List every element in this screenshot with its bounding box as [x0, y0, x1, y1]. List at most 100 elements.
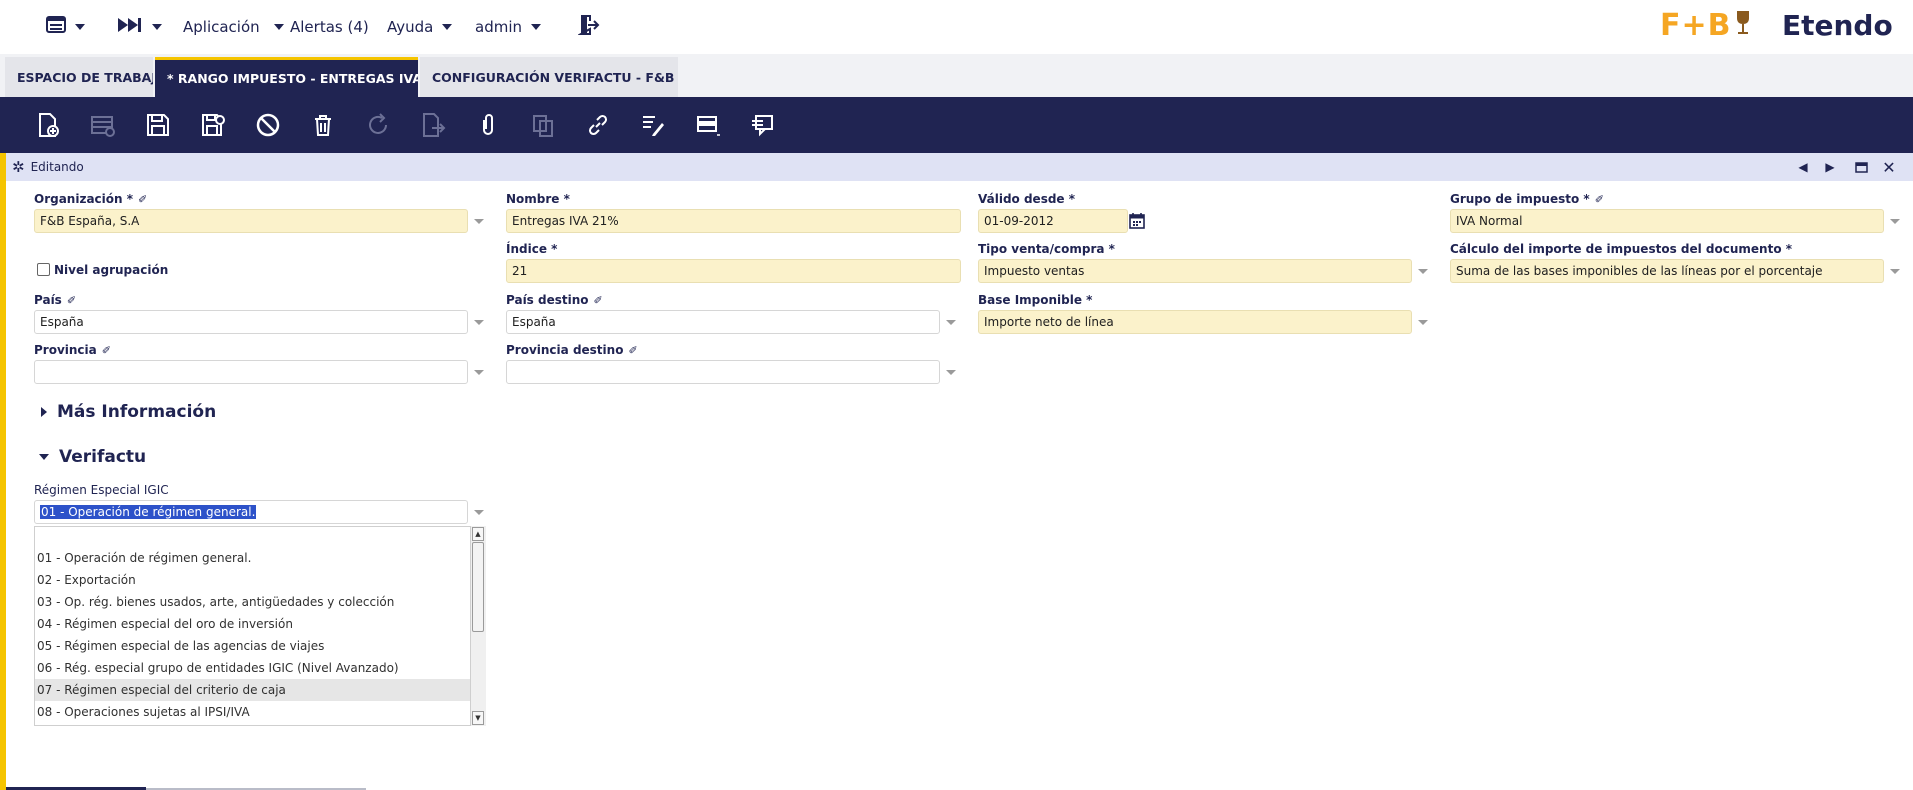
- close-icon: ✕: [1882, 157, 1896, 177]
- tab-label: * RANGO IMPUESTO - ENTREGAS IVA ...: [167, 71, 418, 86]
- refresh-icon: [369, 113, 387, 134]
- chevron-down-icon: [152, 24, 162, 30]
- grid-view-button[interactable]: [693, 110, 723, 140]
- next-record-button[interactable]: ▶: [1821, 159, 1839, 175]
- help-menu[interactable]: Ayuda: [387, 16, 453, 38]
- save-and-close-button[interactable]: [198, 110, 228, 140]
- valido-desde-field[interactable]: 01-09-2012: [978, 209, 1128, 233]
- maximize-button[interactable]: [1852, 159, 1870, 175]
- previous-record-button[interactable]: ◀: [1794, 159, 1812, 175]
- alerts-label: Alertas (4): [290, 18, 369, 36]
- chevron-down-icon[interactable]: [1418, 320, 1428, 325]
- calculo-importe-field[interactable]: Suma de las bases imponibles de las líne…: [1450, 259, 1884, 283]
- refresh-button[interactable]: [363, 110, 393, 140]
- triangle-down-icon: ▼: [475, 714, 481, 722]
- chevron-down-icon[interactable]: [474, 219, 484, 224]
- delete-button[interactable]: [308, 110, 338, 140]
- user-label: admin: [475, 18, 522, 36]
- section-mas-informacion[interactable]: Más Información: [41, 401, 216, 423]
- user-menu[interactable]: admin: [475, 16, 541, 38]
- new-row-button[interactable]: [88, 110, 118, 140]
- link-icon: [588, 114, 608, 136]
- chevron-down-icon[interactable]: [1418, 269, 1428, 274]
- organizacion-label: Organización * ✐: [34, 192, 148, 206]
- list-item[interactable]: 03 - Op. rég. bienes usados, arte, antig…: [35, 591, 470, 613]
- form-view-icon: [697, 116, 720, 136]
- pais-field[interactable]: España: [34, 310, 468, 334]
- pin-icon: ✐: [1594, 192, 1604, 206]
- audit-button[interactable]: [638, 110, 668, 140]
- provincia-field[interactable]: [34, 360, 468, 384]
- scroll-down-button[interactable]: ▼: [472, 711, 484, 725]
- wine-glass-icon: [1735, 8, 1751, 43]
- close-form-button[interactable]: ✕: [1880, 157, 1898, 177]
- chevron-down-icon[interactable]: [474, 370, 484, 375]
- chevron-down-icon: [273, 24, 284, 30]
- tipo-venta-field[interactable]: Impuesto ventas: [978, 259, 1412, 283]
- regimen-especial-field[interactable]: 01 - Operación de régimen general.: [34, 500, 468, 524]
- list-menu-icon: [46, 16, 66, 38]
- triangle-left-icon: ◀: [1798, 160, 1808, 174]
- triangle-down-icon: [39, 454, 49, 460]
- chevron-down-icon[interactable]: [474, 510, 484, 515]
- export-button[interactable]: [418, 110, 448, 140]
- logout-button[interactable]: [577, 15, 600, 39]
- tab-rango-impuesto[interactable]: * RANGO IMPUESTO - ENTREGAS IVA ... ×: [155, 57, 418, 97]
- new-document-button[interactable]: [33, 110, 63, 140]
- scroll-up-button[interactable]: ▲: [472, 527, 484, 541]
- organizacion-field[interactable]: F&B España, S.A: [34, 209, 468, 233]
- scrollbar-thumb[interactable]: [472, 542, 484, 632]
- paperclip-icon: [483, 114, 493, 135]
- clone-button[interactable]: [528, 110, 558, 140]
- list-item[interactable]: 02 - Exportación: [35, 569, 470, 591]
- status-bar: ✲ Editando: [6, 153, 1913, 181]
- copy-icon: [533, 115, 553, 137]
- link-button[interactable]: [583, 110, 613, 140]
- nivel-agrupacion-checkbox[interactable]: [37, 263, 50, 276]
- tipo-venta-label: Tipo venta/compra *: [978, 242, 1115, 256]
- workspace-menu-button[interactable]: [46, 16, 85, 38]
- save-button[interactable]: [143, 110, 173, 140]
- list-item[interactable]: 04 - Régimen especial del oro de inversi…: [35, 613, 470, 635]
- messages-button[interactable]: [748, 110, 778, 140]
- grupo-impuesto-field[interactable]: IVA Normal: [1450, 209, 1884, 233]
- undo-button[interactable]: [253, 110, 283, 140]
- pin-icon: ✐: [628, 343, 638, 357]
- chevron-down-icon[interactable]: [474, 320, 484, 325]
- application-menu[interactable]: Aplicación: [183, 16, 284, 38]
- active-window-indicator: [0, 153, 6, 790]
- top-navigation: [0, 0, 1913, 54]
- attachment-button[interactable]: [473, 110, 503, 140]
- tab-workspace[interactable]: ESPACIO DE TRABAJO: [5, 57, 153, 97]
- chevron-down-icon[interactable]: [1890, 269, 1900, 274]
- list-item[interactable]: 01 - Operación de régimen general.: [35, 547, 470, 569]
- nombre-field[interactable]: Entregas IVA 21%: [506, 209, 961, 233]
- alerts-link[interactable]: Alertas (4): [290, 16, 369, 38]
- status-text: Editando: [30, 160, 84, 174]
- list-item-highlighted[interactable]: 07 - Régimen especial del criterio de ca…: [35, 679, 470, 701]
- tab-configuracion-verifactu[interactable]: CONFIGURACIÓN VERIFACTU - F&B ... ×: [420, 57, 678, 97]
- quick-launch-button[interactable]: [117, 16, 162, 38]
- provincia-destino-field[interactable]: [506, 360, 940, 384]
- etendo-logo: Etendo: [1782, 8, 1893, 42]
- chevron-down-icon[interactable]: [946, 370, 956, 375]
- section-verifactu[interactable]: Verifactu: [39, 446, 146, 468]
- pais-destino-label: País destino ✐: [506, 293, 603, 307]
- list-item[interactable]: 06 - Rég. especial grupo de entidades IG…: [35, 657, 470, 679]
- save-close-icon: [202, 114, 225, 136]
- base-imponible-label: Base Imponible *: [978, 293, 1093, 307]
- list-item[interactable]: 08 - Operaciones sujetas al IPSI/IVA: [35, 701, 470, 723]
- indice-field[interactable]: 21: [506, 259, 961, 283]
- calendar-icon[interactable]: [1129, 212, 1145, 233]
- logout-icon: [577, 15, 600, 39]
- pin-icon: ✐: [138, 192, 148, 206]
- base-imponible-field[interactable]: Importe neto de línea: [978, 310, 1412, 334]
- triangle-up-icon: ▲: [475, 530, 481, 538]
- chevron-down-icon[interactable]: [946, 320, 956, 325]
- list-item[interactable]: 05 - Régimen especial de las agencias de…: [35, 635, 470, 657]
- pais-destino-field[interactable]: España: [506, 310, 940, 334]
- messages-icon: [752, 115, 773, 137]
- application-menu-label: Aplicación: [183, 18, 260, 36]
- help-label: Ayuda: [387, 18, 434, 36]
- chevron-down-icon[interactable]: [1890, 219, 1900, 224]
